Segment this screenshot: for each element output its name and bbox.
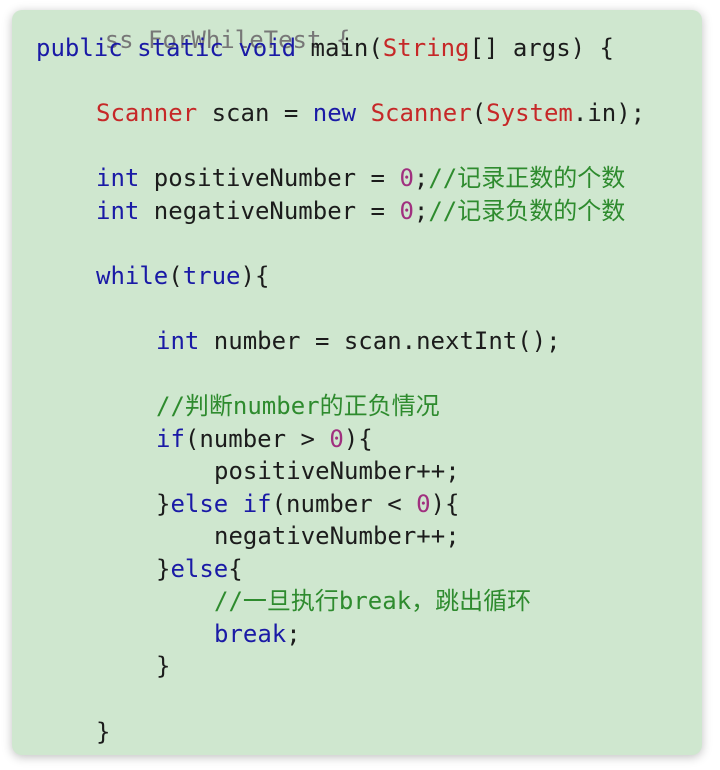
code-line-class-declaration: ss ForWhileTest { <box>18 10 351 54</box>
code-token: (number < <box>271 490 417 518</box>
code-token: } <box>156 652 171 680</box>
code-token: scan = <box>197 99 313 127</box>
code-token: 0 <box>399 197 414 225</box>
code-line-negative-count: int negativeNumber = 0;//记录负数的个数 <box>96 195 625 227</box>
code-token: [] args) { <box>469 34 615 62</box>
code-token: ( <box>168 262 183 290</box>
code-token: ){ <box>240 262 270 290</box>
code-token: Scanner <box>370 99 472 127</box>
code-line-close-else: } <box>156 650 170 682</box>
code-line-positive-increment: positiveNumber++; <box>214 455 460 487</box>
code-token: else if <box>170 490 272 518</box>
code-token: if <box>156 425 185 453</box>
code-token: number = scan.nextInt(); <box>199 327 561 355</box>
code-token: while <box>96 262 169 290</box>
code-token: } <box>156 490 171 518</box>
code-comment: //一旦执行break，跳出循环 <box>214 587 532 615</box>
code-token: negativeNumber++; <box>214 522 460 550</box>
code-token: main( <box>296 34 383 62</box>
code-line-main-signature: public static void main(String[] args) { <box>36 32 614 64</box>
code-token: int <box>96 164 140 192</box>
code-comment: //记录负数的个数 <box>428 197 626 225</box>
code-token: ){ <box>430 490 460 518</box>
code-token: ){ <box>343 425 373 453</box>
code-comment: //判断number的正负情况 <box>156 392 440 420</box>
code-token: System <box>486 99 573 127</box>
code-block: ss ForWhileTest { public static void mai… <box>12 10 702 755</box>
code-token: break <box>214 620 287 648</box>
code-token: int <box>156 327 200 355</box>
code-token: true <box>182 262 241 290</box>
code-line-read-number: int number = scan.nextInt(); <box>156 325 561 357</box>
code-token: positiveNumber = <box>139 164 400 192</box>
code-token: positiveNumber++; <box>214 457 460 485</box>
code-token: new <box>312 99 357 127</box>
code-token: 0 <box>399 164 414 192</box>
code-line-else-if: }else if(number < 0){ <box>156 488 459 520</box>
code-line-scanner: Scanner scan = new Scanner(System.in); <box>96 97 645 129</box>
code-token: String <box>382 34 470 62</box>
code-line-break: break; <box>214 618 301 650</box>
code-token: (number > <box>184 425 330 453</box>
code-token: negativeNumber = <box>139 197 400 225</box>
code-line-else: }else{ <box>156 553 243 585</box>
code-token: .in); <box>572 99 646 127</box>
code-token: Scanner <box>96 99 198 127</box>
code-token: } <box>156 555 171 583</box>
code-line-if: if(number > 0){ <box>156 423 373 455</box>
code-token: ; <box>413 197 429 225</box>
code-token: ( <box>471 99 487 127</box>
code-comment: //记录正数的个数 <box>428 164 626 192</box>
code-line-comment-check: //判断number的正负情况 <box>156 390 440 422</box>
code-line-comment-break: //一旦执行break，跳出循环 <box>214 585 531 617</box>
code-snippet-card: ss ForWhileTest { public static void mai… <box>12 10 702 755</box>
code-line-negative-increment: negativeNumber++; <box>214 520 460 552</box>
code-token: int <box>96 197 140 225</box>
code-line-close-while: } <box>96 716 110 748</box>
code-token: 0 <box>416 490 431 518</box>
code-token: } <box>96 718 111 746</box>
code-token: 0 <box>329 425 344 453</box>
code-token: ; <box>286 620 301 648</box>
code-token: public static void <box>36 34 297 62</box>
code-token: else <box>170 555 229 583</box>
code-line-while: while(true){ <box>96 260 269 292</box>
code-line-positive-count: int positiveNumber = 0;//记录正数的个数 <box>96 162 625 194</box>
code-token: ; <box>413 164 429 192</box>
code-token: { <box>228 555 243 583</box>
